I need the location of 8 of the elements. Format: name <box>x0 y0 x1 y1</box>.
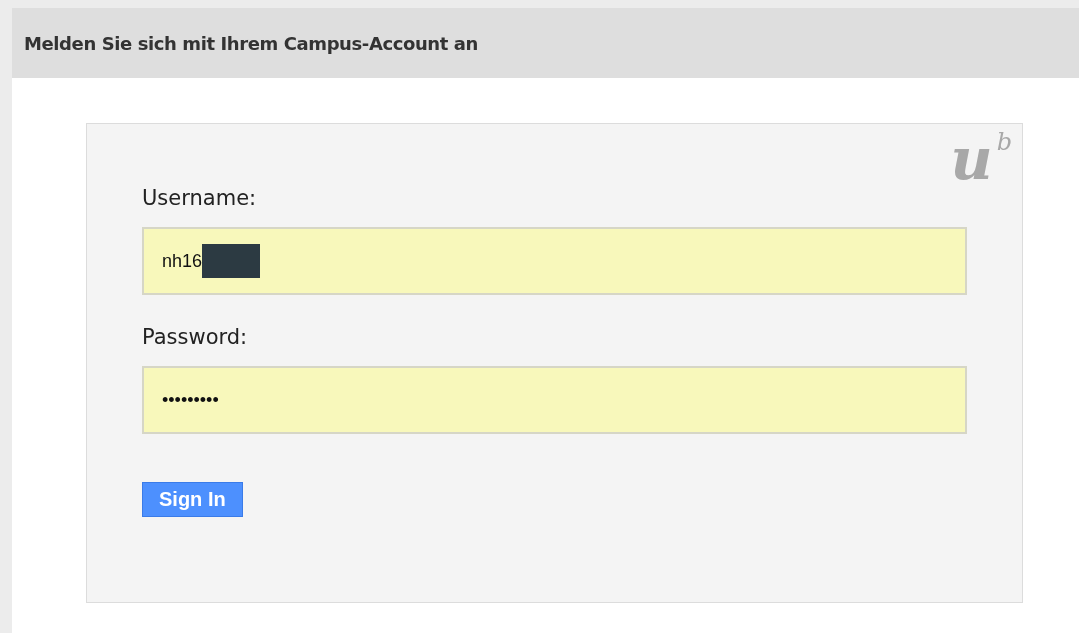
header-title: Melden Sie sich mit Ihrem Campus-Account an <box>24 32 479 54</box>
field-label: Username: <box>142 186 257 210</box>
redaction-block <box>202 244 261 278</box>
logo-superscript: b <box>996 130 1012 154</box>
logo-letter: u <box>950 130 993 188</box>
input-field[interactable]: nh16 <box>142 227 967 295</box>
input-field[interactable]: ••••••••• <box>142 366 967 434</box>
field-label: Password: <box>142 325 248 349</box>
